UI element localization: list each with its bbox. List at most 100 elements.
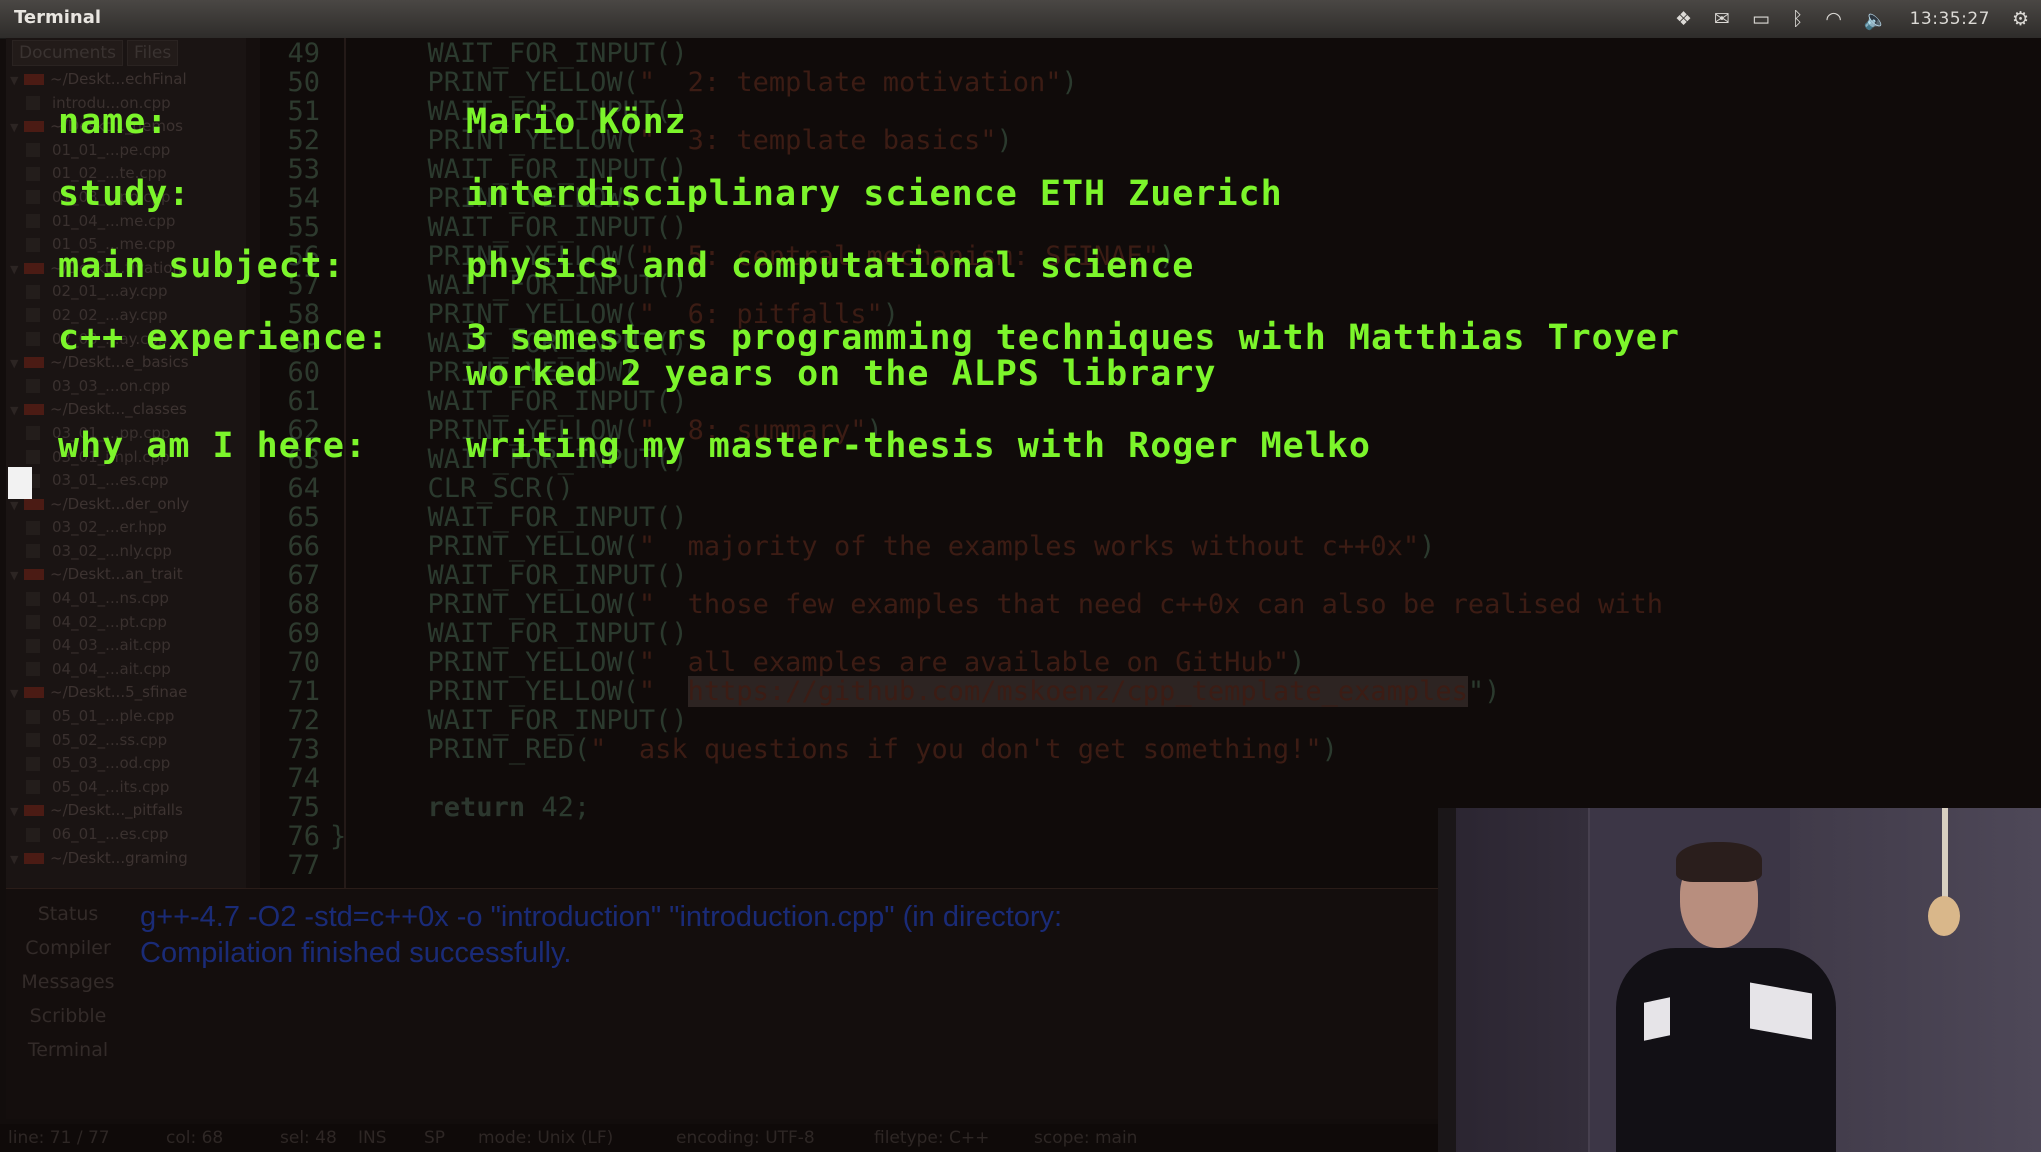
file-icon — [26, 450, 40, 464]
tree-file[interactable]: introdu...on.cpp — [6, 92, 246, 116]
code-line[interactable]: 66 PRINT_YELLOW(" majority of the exampl… — [260, 531, 1435, 562]
tree-file[interactable]: 03_02_...nly.cpp — [6, 540, 246, 564]
code-line[interactable]: 56 PRINT_YELLOW(" 5: central mechanism: … — [260, 241, 1175, 272]
tab-terminal[interactable]: Terminal — [6, 1033, 130, 1067]
tree-file[interactable]: 01_05_...me.cpp — [6, 233, 246, 257]
tree-file[interactable]: 05_03_...od.cpp — [6, 752, 246, 776]
tree-file[interactable]: 03_01_...es.cpp — [6, 469, 246, 493]
volume-icon[interactable]: 🔈 — [1864, 8, 1888, 31]
code-line[interactable]: 74 — [260, 763, 428, 794]
wifi-icon[interactable]: ◠ — [1825, 8, 1842, 30]
tab-documents[interactable]: Documents — [12, 40, 123, 66]
tree-folder[interactable]: ▼ ~/Deskt...der_only — [6, 493, 246, 517]
tree-file[interactable]: 06_01_...es.cpp — [6, 823, 246, 847]
chevron-down-icon[interactable]: ▼ — [10, 682, 24, 705]
tree-item-label: ~/Deskt...5_sfinae — [50, 683, 188, 702]
tree-file[interactable]: 01_01_...pe.cpp — [6, 139, 246, 163]
code-line[interactable]: 65 WAIT_FOR_INPUT() — [260, 502, 687, 533]
gear-icon[interactable]: ⚙ — [2012, 8, 2029, 30]
tab-files[interactable]: Files — [126, 40, 179, 66]
code-line[interactable]: 50 PRINT_YELLOW(" 2: template motivation… — [260, 67, 1077, 98]
code-line[interactable]: 53 WAIT_FOR_INPUT() — [260, 154, 687, 185]
chevron-down-icon[interactable]: ▼ — [10, 564, 24, 587]
code-line[interactable]: 55 WAIT_FOR_INPUT() — [260, 212, 687, 243]
mail-icon[interactable]: ✉ — [1714, 8, 1730, 30]
tree-file[interactable]: 05_04_...its.cpp — [6, 776, 246, 800]
tree-file[interactable]: 04_01_...ns.cpp — [6, 587, 246, 611]
tree-file[interactable]: 04_04_...ait.cpp — [6, 658, 246, 682]
tab-status[interactable]: Status — [6, 897, 130, 931]
tree-file[interactable]: 05_02_...ss.cpp — [6, 729, 246, 753]
chevron-down-icon[interactable]: ▼ — [10, 116, 24, 139]
tab-compiler[interactable]: Compiler — [6, 931, 130, 965]
tab-scribble[interactable]: Scribble — [6, 999, 130, 1033]
code-line[interactable]: 52 PRINT_YELLOW(" 3: template basics") — [260, 125, 1012, 156]
chevron-down-icon[interactable]: ▼ — [10, 258, 24, 281]
chevron-down-icon[interactable]: ▼ — [10, 848, 24, 871]
code-line[interactable]: 49 WAIT_FOR_INPUT() — [260, 38, 687, 69]
tree-file[interactable]: 01_03_...pp.cpp — [6, 186, 246, 210]
battery-icon[interactable]: ▭ — [1752, 8, 1770, 30]
tree-file[interactable]: 03_03_...on.cpp — [6, 375, 246, 399]
code-line[interactable]: 61 WAIT_FOR_INPUT() — [260, 386, 687, 417]
tree-folder[interactable]: ▼ ~/Deskt...echFinal — [6, 68, 246, 92]
chevron-down-icon[interactable]: ▼ — [10, 352, 24, 375]
code-line[interactable]: 71 PRINT_YELLOW(" https://github.com/msk… — [260, 676, 1500, 707]
code-line[interactable]: 63 WAIT_FOR_INPUT() — [260, 444, 687, 475]
code-line[interactable]: 64 CLR_SCR() — [260, 473, 573, 504]
tree-item-label: 03_01_impl.cpp — [52, 447, 170, 466]
tree-folder[interactable]: ▼ ~/Deskt..._classes — [6, 398, 246, 422]
tree-folder[interactable]: ▼ ~/Deskt..._demos — [6, 115, 246, 139]
sidebar-divider[interactable] — [246, 38, 261, 888]
tree-folder[interactable]: ▼ ~/Deskt...e_basics — [6, 351, 246, 375]
file-icon — [26, 827, 40, 842]
code-line[interactable]: 51 WAIT_FOR_INPUT() — [260, 96, 687, 127]
code-line[interactable]: 72 WAIT_FOR_INPUT() — [260, 705, 687, 736]
code-line[interactable]: 73 PRINT_RED(" ask questions if you don'… — [260, 734, 1337, 765]
tree-file[interactable]: 01_02_...te.cpp — [6, 162, 246, 186]
tree-file[interactable]: 04_02_...pt.cpp — [6, 611, 246, 635]
code-line[interactable]: 60 PRINT_YELLOW( — [260, 357, 638, 388]
code-line[interactable]: 54 PRINT_YELLOW( — [260, 183, 638, 214]
folder-icon — [24, 687, 44, 699]
tree-file[interactable]: 02_03_...ay.cpp — [6, 328, 246, 352]
tree-file[interactable]: 05_01_...ple.cpp — [6, 705, 246, 729]
code-line[interactable]: 69 WAIT_FOR_INPUT() — [260, 618, 687, 649]
tree-folder[interactable]: ▼ ~/Deskt...an_trait — [6, 563, 246, 587]
tree-folder[interactable]: ▼ ~/Deskt...tivation — [6, 257, 246, 281]
tree-file[interactable]: 02_01_...ay.cpp — [6, 280, 246, 304]
code-line[interactable]: 67 WAIT_FOR_INPUT() — [260, 560, 687, 591]
tree-file[interactable]: 01_04_...me.cpp — [6, 210, 246, 234]
line-number: 61 — [287, 386, 320, 417]
code-line[interactable]: 57 WAIT_FOR_INPUT() — [260, 270, 687, 301]
tree-folder[interactable]: ▼ ~/Deskt...graming — [6, 847, 246, 871]
code-line[interactable]: 75 return 42; — [260, 792, 590, 823]
clock[interactable]: 13:35:27 — [1910, 9, 1990, 29]
chevron-down-icon[interactable]: ▼ — [10, 494, 24, 517]
tree-item-label: introdu...on.cpp — [52, 93, 171, 112]
chevron-down-icon[interactable]: ▼ — [10, 800, 24, 823]
tree-file[interactable]: 03_01_impl.cpp — [6, 446, 246, 470]
line-number: 60 — [287, 357, 320, 388]
bluetooth-icon[interactable]: ᛒ — [1792, 8, 1803, 30]
tab-messages[interactable]: Messages — [6, 965, 130, 999]
chevron-down-icon[interactable]: ▼ — [10, 399, 24, 422]
code-line[interactable]: 62 PRINT_YELLOW(" 8: summary") — [260, 415, 882, 446]
code-line[interactable]: 68 PRINT_YELLOW(" those few examples tha… — [260, 589, 1679, 620]
tree-folder[interactable]: ▼ ~/Deskt...5_sfinae — [6, 681, 246, 705]
code-line[interactable]: 76} — [260, 821, 346, 852]
tree-file[interactable]: 02_02_...ay.cpp — [6, 304, 246, 328]
tree-folder[interactable]: ▼ ~/Deskt..._pitfalls — [6, 799, 246, 823]
tree-file[interactable]: 03_01_...pp.cpp — [6, 422, 246, 446]
tree-file[interactable]: 03_02_...er.hpp — [6, 516, 246, 540]
tree-file[interactable]: 04_03_...ait.cpp — [6, 634, 246, 658]
line-number: 54 — [287, 183, 320, 214]
dropbox-icon[interactable]: ❖ — [1675, 8, 1692, 30]
code-editor[interactable]: 49 WAIT_FOR_INPUT() 50 PRINT_YELLOW(" 2: … — [260, 38, 2041, 888]
chevron-down-icon[interactable]: ▼ — [10, 69, 24, 92]
code-line[interactable]: 77 — [260, 850, 428, 881]
code-line[interactable]: 70 PRINT_YELLOW(" all examples are avail… — [260, 647, 1305, 678]
code-keyword: return — [427, 792, 526, 823]
code-line[interactable]: 58 PRINT_YELLOW(" 6: pitfalls") — [260, 299, 899, 330]
code-line[interactable]: 59 WAIT_FOR_INPUT() — [260, 328, 687, 359]
